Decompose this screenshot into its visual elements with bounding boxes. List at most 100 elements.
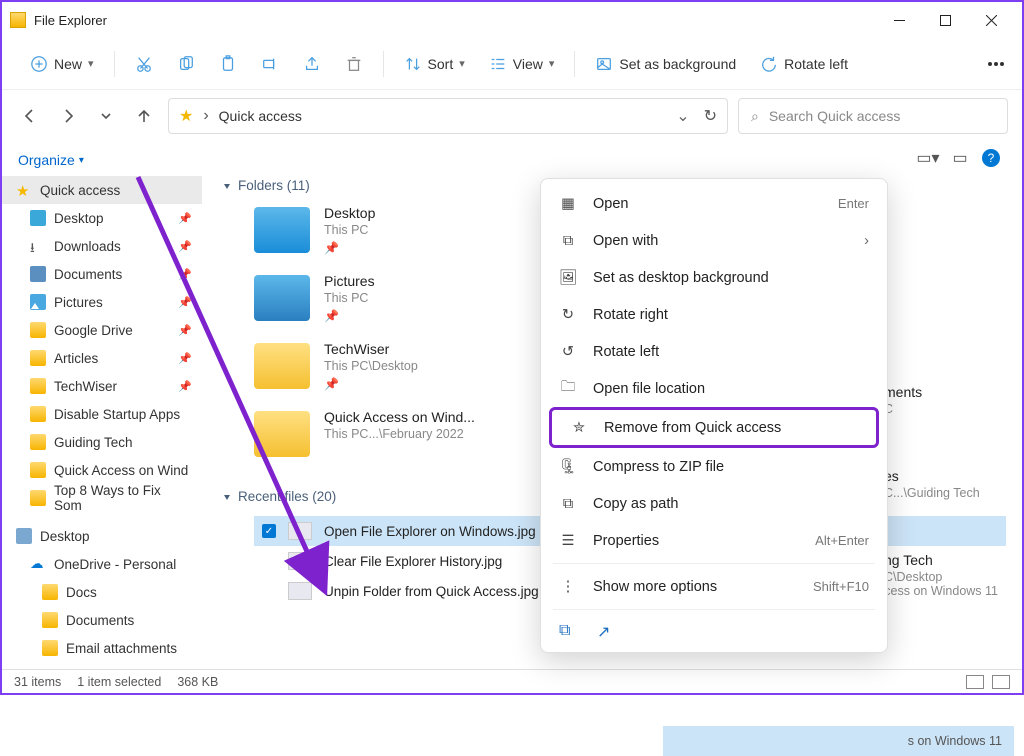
back-button[interactable]	[16, 102, 44, 130]
sort-button[interactable]: Sort▾	[394, 49, 475, 79]
folder-icon: 🗀	[559, 380, 577, 398]
checkbox-icon[interactable]	[262, 554, 276, 568]
chevron-right-icon: ›	[864, 233, 869, 249]
pin-icon: 📌	[178, 324, 192, 337]
folder-icon	[254, 343, 310, 389]
copy-icon[interactable]: ⧉	[559, 622, 579, 642]
image-icon: 🖼	[559, 269, 577, 287]
sidebar-item-email-att[interactable]: Email attachments	[2, 634, 202, 662]
folder-item-desktop[interactable]: DesktopThis PC📌	[254, 205, 491, 269]
sidebar-item-disable-startup[interactable]: Disable Startup Apps	[2, 400, 202, 428]
folder-item-quick-access[interactable]: Quick Access on Wind...This PC...\Februa…	[254, 409, 491, 473]
sidebar-item-top8[interactable]: Top 8 Ways to Fix Som	[2, 484, 202, 512]
ctx-rotate-left[interactable]: ↺Rotate left	[541, 333, 887, 370]
minimize-button[interactable]	[876, 5, 922, 35]
help-button[interactable]: ?	[982, 149, 1000, 167]
sidebar-item-articles[interactable]: Articles📌	[2, 344, 202, 372]
set-bg-label: Set as background	[619, 56, 736, 72]
pin-icon: 📌	[178, 212, 192, 225]
folder-icon	[30, 490, 46, 506]
view-button[interactable]: View▾	[479, 49, 565, 79]
organize-button[interactable]: Organize ▾	[2, 148, 202, 176]
ctx-remove-quick-access[interactable]: ✮Remove from Quick access	[549, 407, 879, 448]
overflow-button[interactable]	[988, 62, 1004, 66]
sidebar-item-techwiser[interactable]: TechWiser📌	[2, 372, 202, 400]
search-input[interactable]: ⌕ Search Quick access	[738, 98, 1008, 134]
folder-item-pictures[interactable]: PicturesThis PC📌	[254, 273, 491, 337]
set-background-button[interactable]: Set as background	[585, 49, 746, 79]
separator	[553, 563, 875, 564]
rotate-right-icon: ↻	[559, 306, 577, 324]
folder-icon	[42, 640, 58, 656]
refresh-button[interactable]: ↻	[704, 106, 717, 126]
pc-icon	[16, 528, 32, 544]
close-button[interactable]	[968, 5, 1014, 35]
pictures-icon	[30, 294, 46, 310]
sidebar-item-guiding-tech[interactable]: Guiding Tech	[2, 428, 202, 456]
sidebar-item-desktop-root[interactable]: Desktop	[2, 522, 202, 550]
sidebar-item-downloads[interactable]: ⭳Downloads📌	[2, 232, 202, 260]
ctx-open-location[interactable]: 🗀Open file location	[541, 370, 887, 407]
ctx-open-with[interactable]: ⧉Open with›	[541, 222, 887, 259]
share-icon[interactable]: ↗	[597, 622, 617, 642]
pin-icon: 📌	[178, 240, 192, 253]
ctx-rotate-right[interactable]: ↻Rotate right	[541, 296, 887, 333]
search-icon: ⌕	[751, 108, 759, 125]
recent-button[interactable]	[92, 102, 120, 130]
paste-button[interactable]	[209, 49, 247, 79]
ctx-copy-path[interactable]: ⧉Copy as path	[541, 485, 887, 522]
sidebar-item-google-drive[interactable]: Google Drive📌	[2, 316, 202, 344]
maximize-button[interactable]	[922, 5, 968, 35]
folder-icon	[254, 275, 310, 321]
address-bar[interactable]: ★ › Quick access ⌄ ↻	[168, 98, 728, 134]
chevron-down-icon[interactable]: ⌄	[676, 106, 689, 126]
file-thumb	[288, 522, 312, 540]
file-thumb	[288, 582, 312, 600]
ctx-properties[interactable]: ☰PropertiesAlt+Enter	[541, 522, 887, 559]
copy-path-icon: ⧉	[559, 495, 577, 513]
ctx-show-more[interactable]: ⋮Show more optionsShift+F10	[541, 568, 887, 605]
sidebar-item-desktop[interactable]: Desktop📌	[2, 204, 202, 232]
new-button[interactable]: New ▾	[20, 49, 104, 79]
delete-button[interactable]	[335, 49, 373, 79]
download-icon: ⭳	[30, 238, 46, 254]
folder-icon	[42, 584, 58, 600]
rotate-left-button[interactable]: Rotate left	[750, 49, 858, 79]
checkbox-icon[interactable]	[262, 584, 276, 598]
forward-button[interactable]	[54, 102, 82, 130]
status-count: 31 items	[14, 675, 61, 689]
share-button[interactable]	[293, 49, 331, 79]
sidebar-item-documents2[interactable]: Documents	[2, 606, 202, 634]
zip-icon: 🗜	[559, 458, 577, 476]
context-menu: ▦OpenEnter ⧉Open with› 🖼Set as desktop b…	[540, 178, 888, 653]
group-button[interactable]: ▭▾	[918, 148, 938, 168]
sidebar-item-onedrive[interactable]: ☁OneDrive - Personal	[2, 550, 202, 578]
pin-icon: 📌	[324, 309, 375, 323]
folder-extras: mentsC esC...\Guiding Tech ng TechC\Desk…	[884, 384, 1004, 636]
folder-item-techwiser[interactable]: TechWiserThis PC\Desktop📌	[254, 341, 491, 405]
status-selected: 1 item selected	[77, 675, 161, 689]
app-icon	[10, 12, 26, 28]
ctx-open[interactable]: ▦OpenEnter	[541, 185, 887, 222]
address-text: Quick access	[219, 108, 302, 124]
title-bar: File Explorer	[2, 2, 1022, 38]
view-details-button[interactable]	[966, 675, 984, 689]
ctx-set-bg[interactable]: 🖼Set as desktop background	[541, 259, 887, 296]
copy-button[interactable]	[167, 49, 205, 79]
details-pane-button[interactable]: ▭	[950, 148, 970, 168]
properties-icon: ☰	[559, 532, 577, 550]
rename-button[interactable]	[251, 49, 289, 79]
sidebar-item-quick-access[interactable]: ★Quick access	[2, 176, 202, 204]
sidebar-item-quick-access-wind[interactable]: Quick Access on Wind	[2, 456, 202, 484]
sidebar-item-docs[interactable]: Docs	[2, 578, 202, 606]
checkbox-icon[interactable]: ✓	[262, 524, 276, 538]
folder-icon	[30, 378, 46, 394]
cut-button[interactable]	[125, 49, 163, 79]
rotate-left-icon: ↺	[559, 343, 577, 361]
view-thumbnails-button[interactable]	[992, 675, 1010, 689]
sidebar-item-pictures[interactable]: Pictures📌	[2, 288, 202, 316]
ctx-compress-zip[interactable]: 🗜Compress to ZIP file	[541, 448, 887, 485]
chevron-right-icon: ›	[203, 107, 208, 125]
sidebar-item-documents[interactable]: Documents📌	[2, 260, 202, 288]
up-button[interactable]	[130, 102, 158, 130]
